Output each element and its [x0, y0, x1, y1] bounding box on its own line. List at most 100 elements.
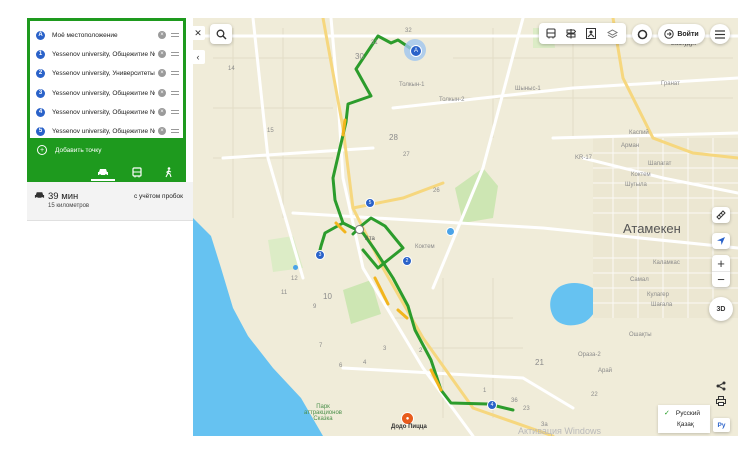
route-point-label[interactable]: Yessenov university, Университеты — [52, 70, 155, 77]
route-point-label[interactable]: Yessenov university, Общежитие № — [52, 109, 155, 116]
microdistrict-number: 26 — [433, 188, 440, 194]
route-marker-icon[interactable]: 2 — [402, 256, 412, 266]
route-point-label[interactable]: Yessenov university, Общежитие № — [52, 51, 155, 58]
street-label: Арман — [621, 143, 640, 149]
route-point-row[interactable]: 4 Yessenov university, Общежитие № × — [36, 104, 179, 120]
microdistrict-number: 7 — [319, 343, 323, 349]
view-3d-label: 3D — [716, 305, 726, 313]
microdistrict-number: 11 — [281, 290, 288, 296]
traffic-layer-button[interactable] — [564, 27, 578, 40]
share-button[interactable] — [714, 379, 728, 392]
microdistrict-number: 12 — [291, 276, 298, 282]
university-marker-icon[interactable] — [355, 225, 364, 234]
bus-icon — [546, 28, 556, 39]
language-option[interactable]: ✓ Русский — [664, 409, 700, 418]
route-traffic — [341, 118, 347, 137]
map-canvas[interactable]: Атамекен Толкын-1 Толкын-2 Шыныс-1 Грана… — [193, 18, 738, 436]
street-label: Ошақты — [629, 332, 652, 338]
microdistrict-number: 6 — [339, 363, 343, 369]
microdistrict-number: 15 — [267, 128, 274, 134]
collapse-panel-button[interactable]: ‹ — [191, 50, 205, 64]
clear-icon[interactable]: × — [158, 108, 166, 116]
drag-handle-icon[interactable] — [171, 31, 179, 39]
route-point-row[interactable]: 2 Yessenov university, Университеты × — [36, 65, 179, 81]
clear-icon[interactable]: × — [158, 50, 166, 58]
zoom-out-button[interactable]: − — [712, 272, 730, 287]
blue-poi-icon[interactable] — [446, 227, 455, 236]
panorama-layer-button[interactable] — [584, 27, 598, 40]
clear-icon[interactable]: × — [158, 31, 166, 39]
street-label: Гранат — [661, 81, 680, 87]
view-3d-button[interactable]: 3D — [709, 297, 733, 321]
ruler-button[interactable] — [712, 207, 730, 223]
plus-icon: + — [37, 145, 47, 155]
route-marker-A-icon[interactable]: A — [410, 45, 422, 57]
language-option-label: Русский — [675, 409, 700, 417]
route-point-row[interactable]: 3 Yessenov university, Общежитие № × — [36, 85, 179, 101]
add-point-button[interactable]: + Добавить точку — [27, 138, 186, 162]
microdistrict-number: 9 — [313, 304, 317, 310]
drag-handle-icon[interactable] — [171, 50, 179, 58]
route-point-label[interactable]: Yessenov university, Общежитие № — [52, 90, 155, 97]
microdistrict-number: 22 — [591, 392, 598, 398]
language-option[interactable]: Қазақ — [677, 421, 694, 428]
layer-toolbar — [539, 23, 626, 44]
clear-icon[interactable]: × — [158, 89, 166, 97]
street-label: Толкын-1 — [399, 82, 425, 88]
blue-poi-icon[interactable] — [293, 265, 298, 270]
drag-handle-icon[interactable] — [171, 89, 179, 97]
search-button[interactable] — [210, 24, 232, 44]
drag-handle-icon[interactable] — [171, 108, 179, 116]
route-point-row[interactable]: 5 Yessenov university, Общежитие № × — [36, 123, 179, 139]
mode-car-button[interactable] — [91, 166, 115, 181]
mode-bus-button[interactable] — [125, 166, 149, 178]
route-point-label[interactable]: Моё местоположение — [52, 32, 155, 39]
layers-button[interactable] — [605, 27, 619, 40]
location-arrow-icon — [717, 237, 725, 245]
layers-icon — [606, 28, 618, 38]
clear-icon[interactable]: × — [158, 69, 166, 77]
print-button[interactable] — [714, 394, 728, 407]
chevron-left-icon: ‹ — [196, 52, 200, 62]
print-icon — [716, 395, 726, 406]
route-time: 39 мин — [48, 191, 79, 202]
microdistrict-number: 14 — [228, 66, 235, 72]
route-point-row[interactable]: A Моё местоположение × — [36, 27, 179, 43]
traffic-note: с учётом пробок — [133, 193, 183, 200]
transport-layer-button[interactable] — [544, 27, 558, 40]
drag-handle-icon[interactable] — [171, 127, 179, 135]
poi-label: Додо Пицца — [391, 424, 427, 430]
share-icon — [716, 381, 726, 390]
car-icon — [98, 169, 108, 177]
menu-button[interactable] — [710, 24, 730, 44]
point-badge: A — [36, 30, 45, 40]
language-button[interactable]: Ру — [713, 418, 730, 432]
microdistrict-number: 28 — [389, 133, 398, 142]
close-panel-button[interactable]: ✕ — [191, 26, 205, 40]
microdistrict-number: 1 — [483, 388, 487, 394]
mode-walk-button[interactable] — [157, 166, 181, 178]
lake-area — [550, 283, 598, 326]
street-label: Самал — [630, 277, 649, 283]
route-traffic — [396, 308, 409, 320]
point-badge: 3 — [36, 88, 45, 98]
microdistrict-number: 21 — [535, 358, 544, 367]
profile-settings-button[interactable] — [632, 24, 652, 44]
geolocation-button[interactable] — [712, 233, 730, 249]
microdistrict-number: 31 — [371, 40, 378, 46]
street-label: Каламкас — [653, 260, 680, 266]
clear-icon[interactable]: × — [158, 127, 166, 135]
language-option-label: Қазақ — [677, 421, 694, 428]
route-marker-icon[interactable]: 3 — [315, 250, 325, 260]
route-point-label[interactable]: Yessenov university, Общежитие № — [52, 128, 155, 135]
microdistrict-number: 2 — [419, 348, 423, 354]
login-button[interactable]: Войти — [658, 24, 705, 44]
route-point-row[interactable]: 1 Yessenov university, Общежитие № × — [36, 46, 179, 62]
zoom-in-button[interactable]: + — [712, 256, 730, 272]
street-label: Толкын-2 — [439, 97, 465, 103]
drag-handle-icon[interactable] — [171, 69, 179, 77]
route-summary[interactable]: 39 мин 15 километров с учётом пробок — [27, 182, 193, 221]
language-dropdown[interactable]: ✓ Русский Қазақ — [658, 405, 710, 433]
route-marker-icon[interactable]: 5 — [365, 198, 375, 208]
route-marker-icon[interactable]: 4 — [487, 400, 497, 410]
